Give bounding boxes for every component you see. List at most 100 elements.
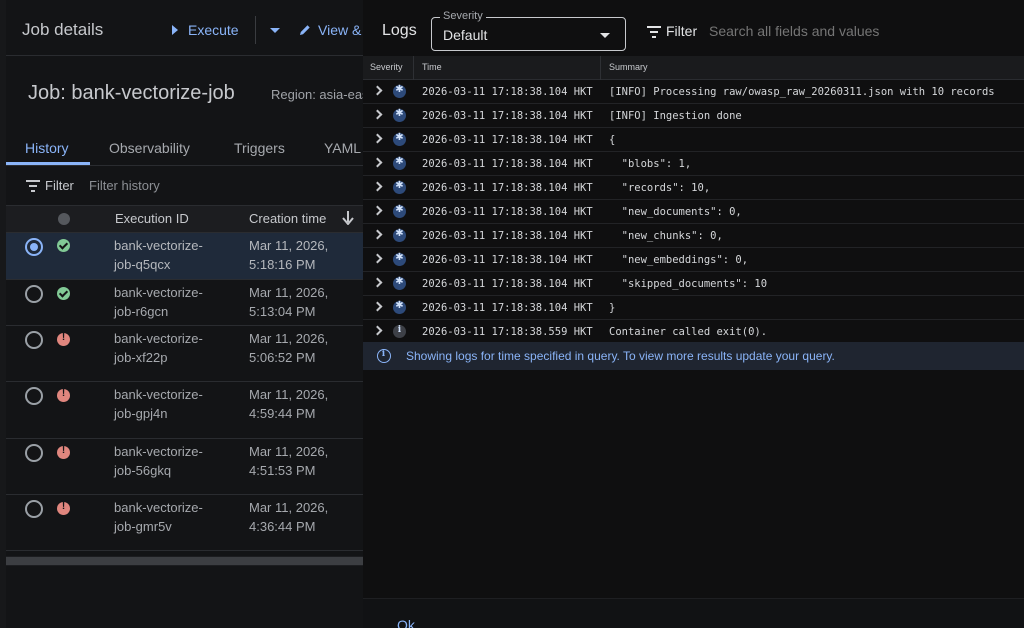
log-summary: [INFO] Processing raw/owasp_raw_20260311… <box>609 86 995 98</box>
log-entry-row[interactable]: 2026-03-11 17:18:38.104 HKT "skipped_doc… <box>363 272 1024 296</box>
row-select-radio[interactable] <box>25 387 43 405</box>
history-table-header: Execution ID Creation time <box>6 206 363 233</box>
log-summary: "records": 10, <box>609 182 711 194</box>
expand-chevron-icon[interactable] <box>372 85 383 96</box>
execute-button[interactable]: Execute <box>172 22 239 38</box>
expand-chevron-icon[interactable] <box>372 133 383 144</box>
job-tabs: History Observability Triggers YAML <box>6 132 363 166</box>
execution-id-link[interactable]: bank-vectorize-job-xf22p <box>114 329 224 367</box>
job-title: Job: bank-vectorize-job <box>28 82 235 104</box>
expand-chevron-icon[interactable] <box>372 157 383 168</box>
log-entry-row[interactable]: 2026-03-11 17:18:38.104 HKT "new_chunks"… <box>363 224 1024 248</box>
table-row[interactable]: bank-vectorize-job-56gkq Mar 11, 2026, 4:5… <box>6 439 363 495</box>
debug-severity-icon <box>393 276 406 290</box>
expand-chevron-icon[interactable] <box>372 205 383 216</box>
column-time[interactable]: Time <box>422 62 442 72</box>
filter-icon[interactable] <box>647 26 661 38</box>
severity-select[interactable]: Severity Default <box>431 10 626 51</box>
row-select-radio[interactable] <box>25 331 43 349</box>
column-severity[interactable]: Severity <box>370 62 403 72</box>
execution-id-line: job-gpj4n <box>114 406 168 421</box>
page-title: Job details <box>22 20 104 39</box>
execute-dropdown-icon[interactable] <box>270 28 280 33</box>
execution-id-line: bank-vectorize- <box>114 285 203 300</box>
expand-chevron-icon[interactable] <box>372 109 383 120</box>
debug-severity-icon <box>393 228 406 242</box>
execution-id-line: bank-vectorize- <box>114 444 203 459</box>
expand-chevron-icon[interactable] <box>372 325 383 336</box>
log-entry-row[interactable]: 2026-03-11 17:18:38.104 HKT "blobs": 1, <box>363 152 1024 176</box>
logs-filter-label[interactable]: Filter <box>666 23 697 39</box>
logs-table-header: Severity Time Summary <box>363 56 1024 80</box>
table-row[interactable]: bank-vectorize-job-q5qcx Mar 11, 2026, 5:1… <box>6 233 363 280</box>
creation-time-line: 5:13:04 PM <box>249 304 316 319</box>
creation-time-line: 4:59:44 PM <box>249 406 316 421</box>
severity-value: Default <box>443 27 488 43</box>
tab-observability[interactable]: Observability <box>109 140 190 156</box>
filter-label[interactable]: Filter <box>45 178 74 193</box>
log-entry-row[interactable]: 2026-03-11 17:18:38.104 HKT [INFO] Proces… <box>363 80 1024 104</box>
tab-yaml[interactable]: YAML <box>324 140 361 156</box>
expand-chevron-icon[interactable] <box>372 301 383 312</box>
row-select-radio[interactable] <box>25 238 43 256</box>
log-entry-row[interactable]: 2026-03-11 17:18:38.104 HKT { <box>363 128 1024 152</box>
row-select-radio[interactable] <box>25 285 43 303</box>
column-summary[interactable]: Summary <box>609 62 648 72</box>
log-timestamp: 2026-03-11 17:18:38.104 HKT <box>422 182 593 194</box>
execution-id-link[interactable]: bank-vectorize-job-gmr5v <box>114 498 224 536</box>
table-row[interactable]: bank-vectorize-job-xf22p Mar 11, 2026, 5:0… <box>6 326 363 382</box>
success-check-icon <box>57 239 70 252</box>
creation-time-line: Mar 11, 2026, <box>249 285 329 300</box>
creation-time: Mar 11, 2026, 4:59:44 PM <box>249 385 359 423</box>
table-row[interactable]: bank-vectorize-job-gmr5v Mar 11, 2026, 4:3… <box>6 495 363 551</box>
log-entry-row[interactable]: 2026-03-11 17:18:38.104 HKT} <box>363 296 1024 320</box>
creation-time-line: Mar 11, 2026, <box>249 444 329 459</box>
log-summary: "skipped_documents": 10 <box>609 278 768 290</box>
creation-time: Mar 11, 2026, 4:36:44 PM <box>249 498 359 536</box>
view-and-edit-button[interactable]: View & <box>298 22 361 38</box>
tab-triggers[interactable]: Triggers <box>234 140 285 156</box>
row-select-radio[interactable] <box>25 500 43 518</box>
log-timestamp: 2026-03-11 17:18:38.104 HKT <box>422 254 593 266</box>
table-row[interactable]: bank-vectorize-job-r6gcn Mar 11, 2026, 5:1… <box>6 280 363 326</box>
logs-title: Logs <box>382 22 417 39</box>
creation-time-line: 5:18:16 PM <box>249 257 316 272</box>
dropdown-arrow-icon <box>600 33 610 38</box>
log-entry-row[interactable]: 2026-03-11 17:18:38.559 HKT Container cal… <box>363 320 1024 344</box>
job-region: Region: asia-eas <box>271 87 363 102</box>
log-entry-row[interactable]: 2026-03-11 17:18:38.104 HKT "new_documen… <box>363 200 1024 224</box>
expand-chevron-icon[interactable] <box>372 253 383 264</box>
log-summary: "new_documents": 0, <box>609 206 742 218</box>
log-timestamp: 2026-03-11 17:18:38.104 HKT <box>422 158 593 170</box>
sort-down-arrow-icon[interactable] <box>342 211 354 225</box>
debug-severity-icon <box>393 108 406 122</box>
creation-time: Mar 11, 2026, 5:13:04 PM <box>249 283 359 321</box>
expand-chevron-icon[interactable] <box>372 277 383 288</box>
execution-id-line: bank-vectorize- <box>114 331 203 346</box>
execution-id-link[interactable]: bank-vectorize-job-r6gcn <box>114 283 224 321</box>
log-entry-row[interactable]: 2026-03-11 17:18:38.104 HKT [INFO] Ingest… <box>363 104 1024 128</box>
column-execution-id[interactable]: Execution ID <box>115 211 189 226</box>
execution-id-link[interactable]: bank-vectorize-job-q5qcx <box>114 236 224 274</box>
tab-history[interactable]: History <box>25 140 69 156</box>
log-summary: "blobs": 1, <box>609 158 692 170</box>
log-entry-row[interactable]: 2026-03-11 17:18:38.104 HKT "records": 1… <box>363 176 1024 200</box>
filter-icon[interactable] <box>26 180 40 192</box>
pencil-icon <box>300 25 310 35</box>
logs-search-input[interactable] <box>709 23 1009 39</box>
history-filter-bar: Filter Filter history <box>6 166 363 206</box>
table-row[interactable]: bank-vectorize-job-gpj4n Mar 11, 2026, 4:5… <box>6 382 363 439</box>
filter-history-input[interactable]: Filter history <box>89 178 160 193</box>
column-creation-time[interactable]: Creation time <box>249 211 326 226</box>
execution-id-link[interactable]: bank-vectorize-job-56gkq <box>114 442 224 480</box>
ok-button[interactable]: Ok <box>397 617 415 628</box>
log-entry-row[interactable]: 2026-03-11 17:18:38.104 HKT "new_embeddi… <box>363 248 1024 272</box>
execution-id-link[interactable]: bank-vectorize-job-gpj4n <box>114 385 224 423</box>
expand-chevron-icon[interactable] <box>372 229 383 240</box>
execution-id-line: job-r6gcn <box>114 304 169 319</box>
creation-time-line: Mar 11, 2026, <box>249 238 329 253</box>
debug-severity-icon <box>393 132 406 146</box>
row-select-radio[interactable] <box>25 444 43 462</box>
horizontal-scrollbar-thumb[interactable] <box>6 557 363 565</box>
expand-chevron-icon[interactable] <box>372 181 383 192</box>
